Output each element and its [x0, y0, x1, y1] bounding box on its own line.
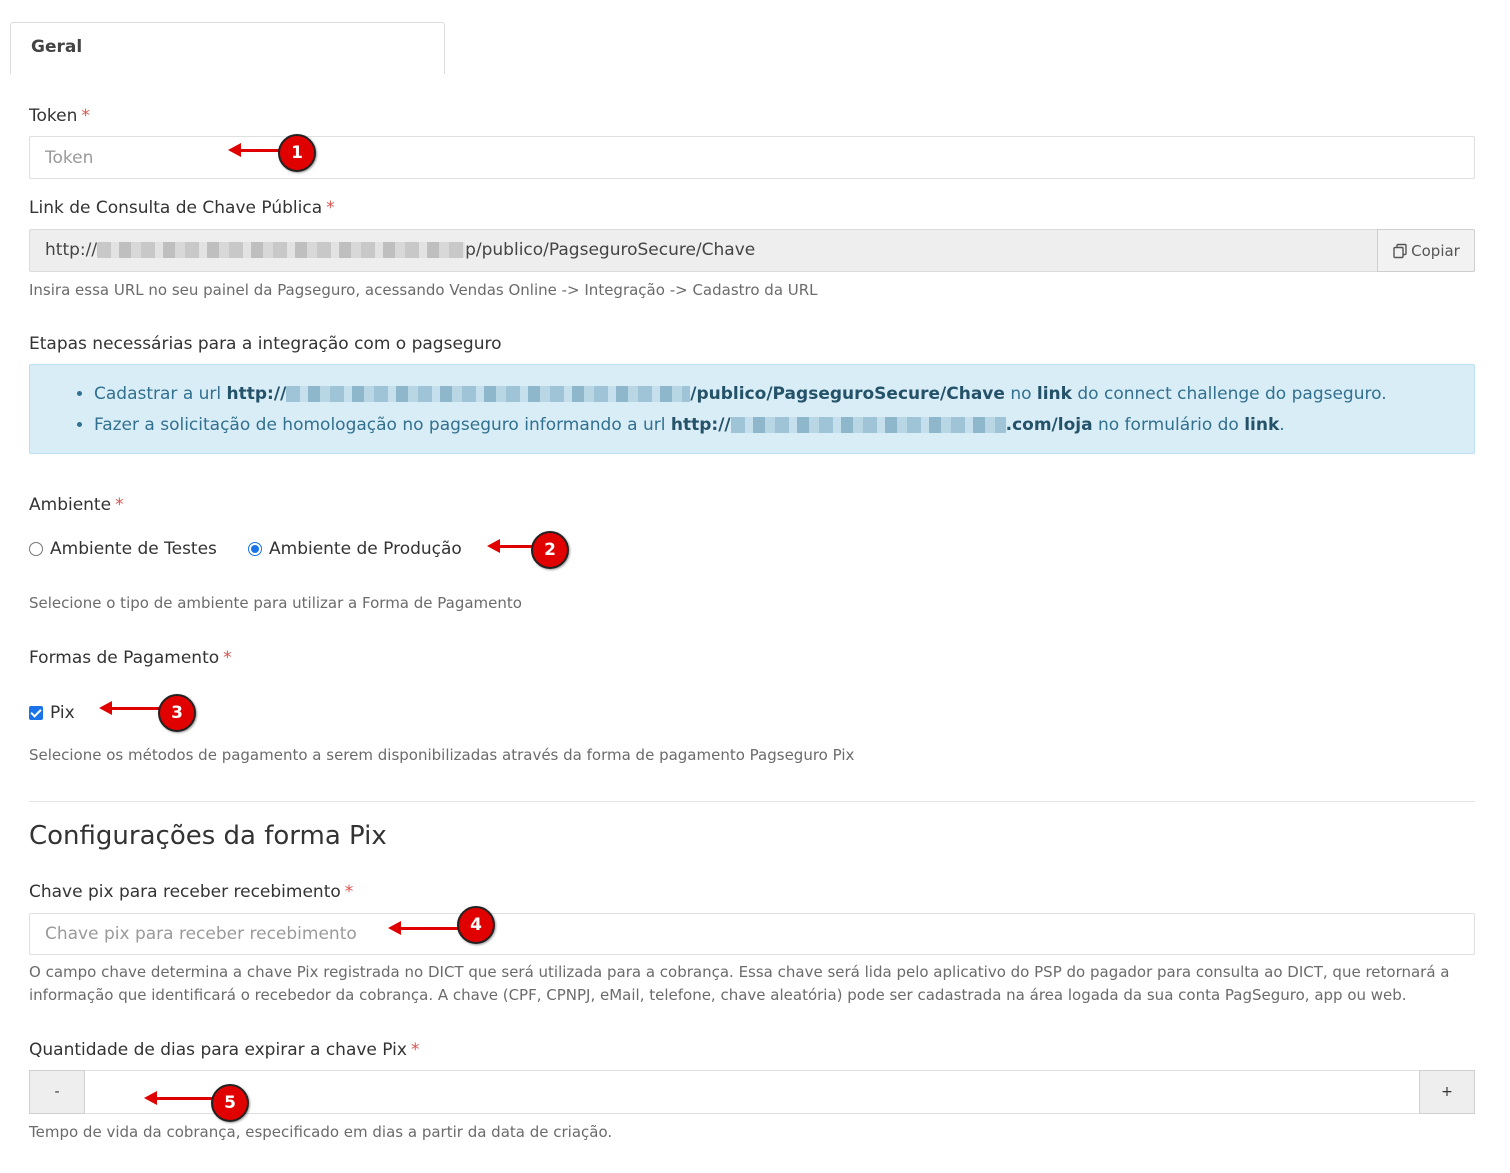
expiry-days-input[interactable]	[85, 1071, 1419, 1113]
tab-geral[interactable]: Geral	[10, 22, 445, 74]
pix-section-title: Configurações da forma Pix	[29, 821, 387, 851]
copy-button[interactable]: Copiar	[1377, 229, 1475, 272]
token-input[interactable]	[29, 136, 1475, 179]
annotation-badge-4: 4	[457, 906, 495, 944]
checkbox-checked[interactable]	[29, 706, 43, 720]
steps-list: Cadastrar a url http:///publico/Pagsegur…	[30, 365, 1474, 441]
environment-label: Ambiente *	[29, 495, 124, 515]
redacted-text	[730, 417, 1006, 433]
radio-ambiente-testes[interactable]: Ambiente de Testes	[29, 539, 217, 559]
pix-expiry-help: Tempo de vida da cobrança, especificado …	[29, 1123, 613, 1141]
annotation-arrow	[487, 539, 533, 553]
pix-key-label: Chave pix para receber recebimento *	[29, 882, 354, 902]
annotation-badge-3: 3	[158, 694, 196, 732]
pix-key-input[interactable]	[29, 913, 1475, 955]
section-divider	[29, 801, 1475, 802]
pix-key-help: O campo chave determina a chave Pix regi…	[29, 963, 1450, 1004]
redacted-text	[97, 242, 466, 258]
payment-methods-help: Selecione os métodos de pagamento a sere…	[29, 746, 855, 764]
required-asterisk: *	[326, 198, 335, 218]
redacted-text	[286, 386, 691, 402]
connect-challenge-link[interactable]: link	[1037, 384, 1072, 404]
annotation-arrow	[144, 1091, 213, 1105]
tab-geral-label: Geral	[31, 37, 83, 57]
annotation-arrow	[99, 701, 160, 715]
annotation-badge-1: 1	[278, 134, 316, 172]
required-asterisk: *	[223, 648, 232, 668]
radio-checked[interactable]	[248, 542, 262, 556]
public-key-url-field[interactable]: http://p/publico/PagseguroSecure/Chave C…	[29, 229, 1475, 272]
public-key-label: Link de Consulta de Chave Pública *	[29, 198, 335, 218]
required-asterisk: *	[81, 106, 90, 126]
annotation-badge-5: 5	[211, 1084, 249, 1122]
steps-title: Etapas necessárias para a integração com…	[29, 334, 502, 354]
environment-help: Selecione o tipo de ambiente para utiliz…	[29, 594, 522, 612]
homologation-form-link[interactable]: link	[1244, 415, 1279, 435]
payment-methods-label: Formas de Pagamento *	[29, 648, 232, 668]
decrement-button[interactable]: -	[29, 1070, 85, 1114]
radio-unchecked[interactable]	[29, 542, 43, 556]
public-key-help: Insira essa URL no seu painel da Pagsegu…	[29, 281, 818, 299]
required-asterisk: *	[410, 1040, 420, 1060]
checkbox-pix[interactable]: Pix	[29, 703, 75, 723]
steps-info-box: Cadastrar a url http:///publico/Pagsegur…	[29, 364, 1475, 454]
list-item: Fazer a solicitação de homologação no pa…	[94, 410, 1474, 441]
annotation-badge-2: 2	[531, 531, 569, 569]
token-label: Token *	[29, 106, 90, 126]
annotation-arrow	[228, 143, 280, 157]
required-asterisk: *	[115, 495, 124, 515]
pix-expiry-label: Quantidade de dias para expirar a chave …	[29, 1040, 420, 1060]
increment-button[interactable]: +	[1419, 1070, 1475, 1114]
annotation-arrow	[388, 921, 459, 935]
radio-ambiente-producao[interactable]: Ambiente de Produção	[248, 539, 462, 559]
public-key-url: http://p/publico/PagseguroSecure/Chave	[45, 240, 756, 260]
list-item: Cadastrar a url http:///publico/Pagsegur…	[94, 379, 1474, 410]
copy-icon	[1393, 243, 1407, 258]
required-asterisk: *	[344, 882, 354, 902]
